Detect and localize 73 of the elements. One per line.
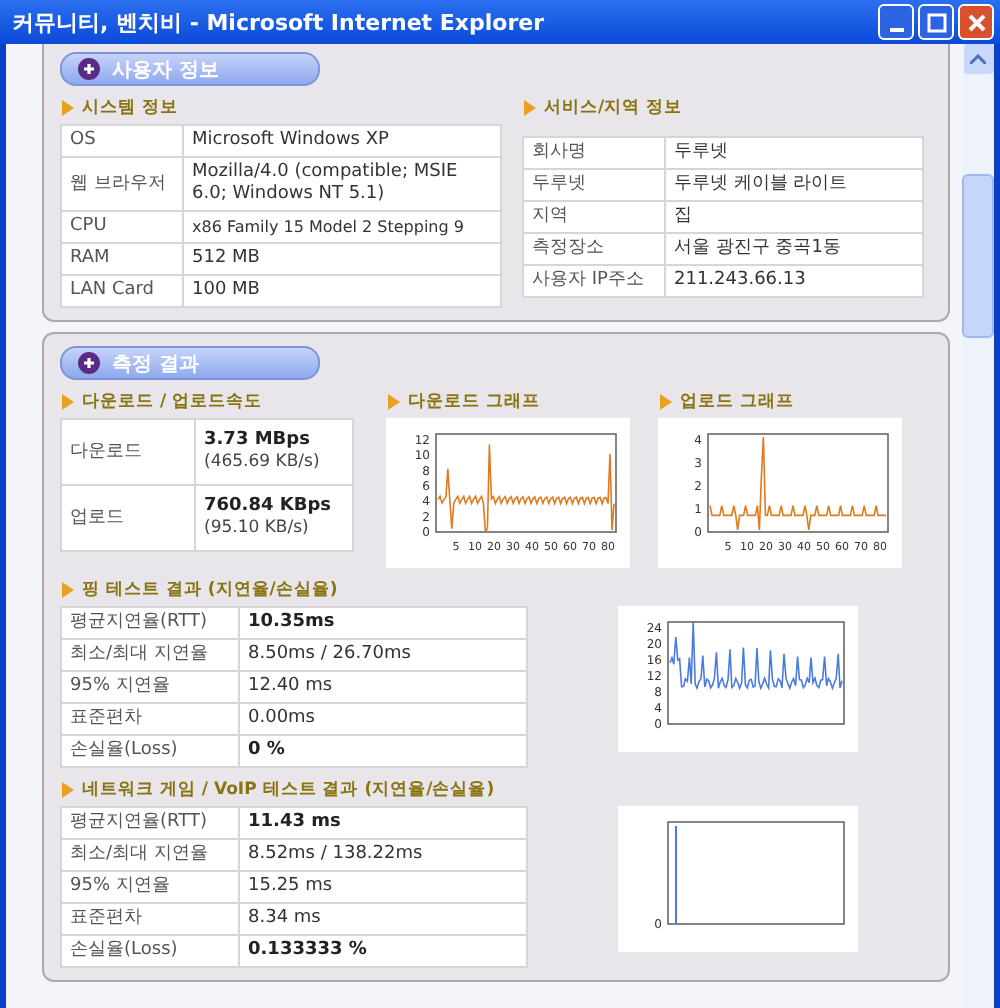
table-cell: 다운로드 [61,419,195,485]
scroll-up-button[interactable] [963,44,993,74]
table-cell: CPU [61,211,183,243]
table-cell: 두루넷 [523,169,665,201]
table-cell: 211.243.66.13 [665,265,923,297]
triangle-icon [386,394,400,410]
table-cell: 512 MB [183,243,501,275]
minimize-icon [889,28,903,32]
table-cell: 최소/최대 지연율 [61,639,239,671]
section-title: 사용자 정보 [112,57,219,83]
table-cell: 0 % [239,735,527,767]
table-cell: 업로드 [61,485,195,551]
table-cell: 8.52ms / 138.22ms [239,839,527,871]
triangle-icon [60,100,74,116]
table-cell: 95% 지연율 [61,871,239,903]
table-cell: x86 Family 15 Model 2 Stepping 9 [183,211,501,243]
subsection-title: 다운로드 그래프 [408,390,540,414]
table-cell: 760.84 KBps (95.10 KB/s) [195,485,353,551]
table-cell: 최소/최대 지연율 [61,839,239,871]
table-cell: Microsoft Windows XP [183,125,501,157]
triangle-icon [658,394,672,410]
table-cell: 표준편차 [61,703,239,735]
triangle-icon [60,782,74,798]
table-cell: LAN Card [61,275,183,307]
table-cell: 서울 광진구 중곡1동 [665,233,923,265]
table-cell: 두루넷 케이블 라이트 [665,169,923,201]
table-cell: 8.34 ms [239,903,527,935]
subsection-title: 시스템 정보 [82,96,178,120]
table-cell: 웹 브라우저 [61,157,183,211]
table-cell: 8.50ms / 26.70ms [239,639,527,671]
table-cell: 0.133333 % [239,935,527,967]
close-button[interactable] [958,4,994,40]
table-cell: 손실율(Loss) [61,935,239,967]
minimize-button[interactable] [878,4,914,40]
table-cell: 손실율(Loss) [61,735,239,767]
table-cell: 15.25 ms [239,871,527,903]
plus-icon [78,58,100,80]
table-cell: 12.40 ms [239,671,527,703]
triangle-icon [522,100,536,116]
table-cell: OS [61,125,183,157]
table-cell: RAM [61,243,183,275]
scroll-thumb[interactable] [962,174,994,338]
subsection-title: 다운로드 / 업로드속도 [82,390,263,414]
table-cell: 지역 [523,201,665,233]
caret-up-icon [970,54,986,64]
subsection-title: 핑 테스트 결과 (지연율/손실율) [82,578,338,602]
table-cell: 95% 지연율 [61,671,239,703]
table-cell: 측정장소 [523,233,665,265]
subsection-title: 네트워크 게임 / VoIP 테스트 결과 (지연율/손실율) [82,778,495,802]
triangle-icon [60,582,74,598]
maximize-button[interactable] [918,4,954,40]
subsection-title: 업로드 그래프 [680,390,794,414]
table-cell: 11.43 ms [239,807,527,839]
subsection-title: 서비스/지역 정보 [544,96,683,120]
table-cell: Mozilla/4.0 (compatible; MSIE 6.0; Windows NT 5.1) [183,157,501,211]
window-title: 커뮤니티, 벤치비 - Microsoft Internet Explorer [12,7,546,37]
section-title: 측정 결과 [112,351,199,377]
table-cell: 평균지연율(RTT) [61,807,239,839]
close-icon [965,11,987,33]
table-cell: 10.35ms [239,607,527,639]
plus-icon [78,352,100,374]
table-cell: 두루넷 [665,137,923,169]
table-cell: 표준편차 [61,903,239,935]
table-cell: 집 [665,201,923,233]
table-cell: 0.00ms [239,703,527,735]
table-cell: 사용자 IP주소 [523,265,665,297]
table-cell: 3.73 MBps (465.69 KB/s) [195,419,353,485]
table-cell: 평균지연율(RTT) [61,607,239,639]
table-cell: 100 MB [183,275,501,307]
maximize-icon [925,11,947,33]
triangle-icon [60,394,74,410]
line-graph-drawing [675,825,677,925]
table-cell: 회사명 [523,137,665,169]
